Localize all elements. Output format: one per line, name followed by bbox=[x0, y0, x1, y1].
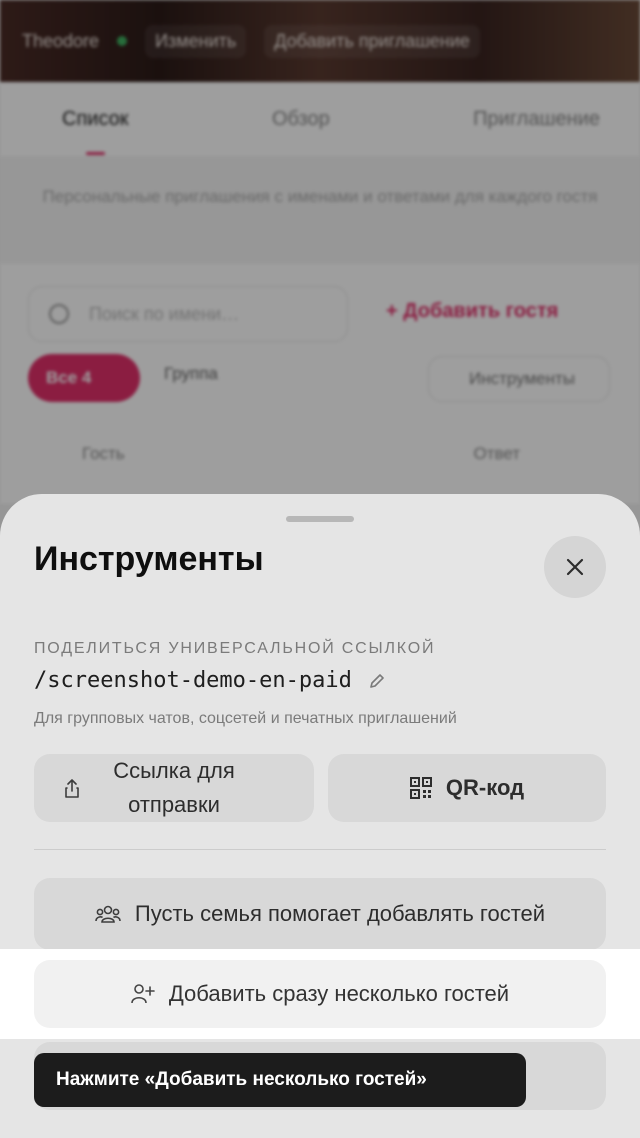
close-button[interactable] bbox=[544, 536, 606, 598]
qr-code-label: QR-код bbox=[445, 775, 525, 800]
send-link-label: Ссылка для отправки bbox=[113, 758, 235, 817]
drag-handle[interactable] bbox=[286, 516, 354, 522]
qr-code-button[interactable]: QR-код bbox=[328, 754, 606, 822]
divider bbox=[34, 849, 606, 850]
share-link-text: /screenshot-demo-en-paid bbox=[34, 668, 352, 693]
share-description: Для групповых чатов, соцсетей и печатных… bbox=[34, 710, 457, 727]
family-helpers-label: Пусть семья помогает добавлять гостей bbox=[134, 901, 546, 926]
share-icon bbox=[65, 779, 79, 798]
add-person-icon bbox=[131, 984, 155, 1004]
family-helpers-button[interactable]: Пусть семья помогает добавлять гостей bbox=[34, 878, 606, 950]
share-link: /screenshot-demo-en-paid bbox=[34, 668, 386, 693]
qr-code-icon bbox=[409, 777, 432, 799]
close-icon bbox=[566, 558, 584, 576]
bulk-add-guests-button[interactable]: Добавить сразу несколько гостей bbox=[34, 960, 606, 1028]
people-icon bbox=[95, 905, 121, 923]
pencil-icon[interactable] bbox=[368, 672, 386, 690]
tools-sheet: Инструменты ПОДЕЛИТЬСЯ УНИВЕРСАЛЬНОЙ ССЫ… bbox=[0, 494, 640, 1138]
coach-tooltip: Нажмите «Добавить несколько гостей» bbox=[34, 1053, 526, 1107]
sheet-title: Инструменты bbox=[34, 540, 264, 578]
bulk-add-guests-label: Добавить сразу несколько гостей bbox=[168, 981, 510, 1006]
send-link-button[interactable]: Ссылка для отправки bbox=[34, 754, 314, 822]
share-section-label: ПОДЕЛИТЬСЯ УНИВЕРСАЛЬНОЙ ССЫЛКОЙ bbox=[34, 640, 436, 657]
